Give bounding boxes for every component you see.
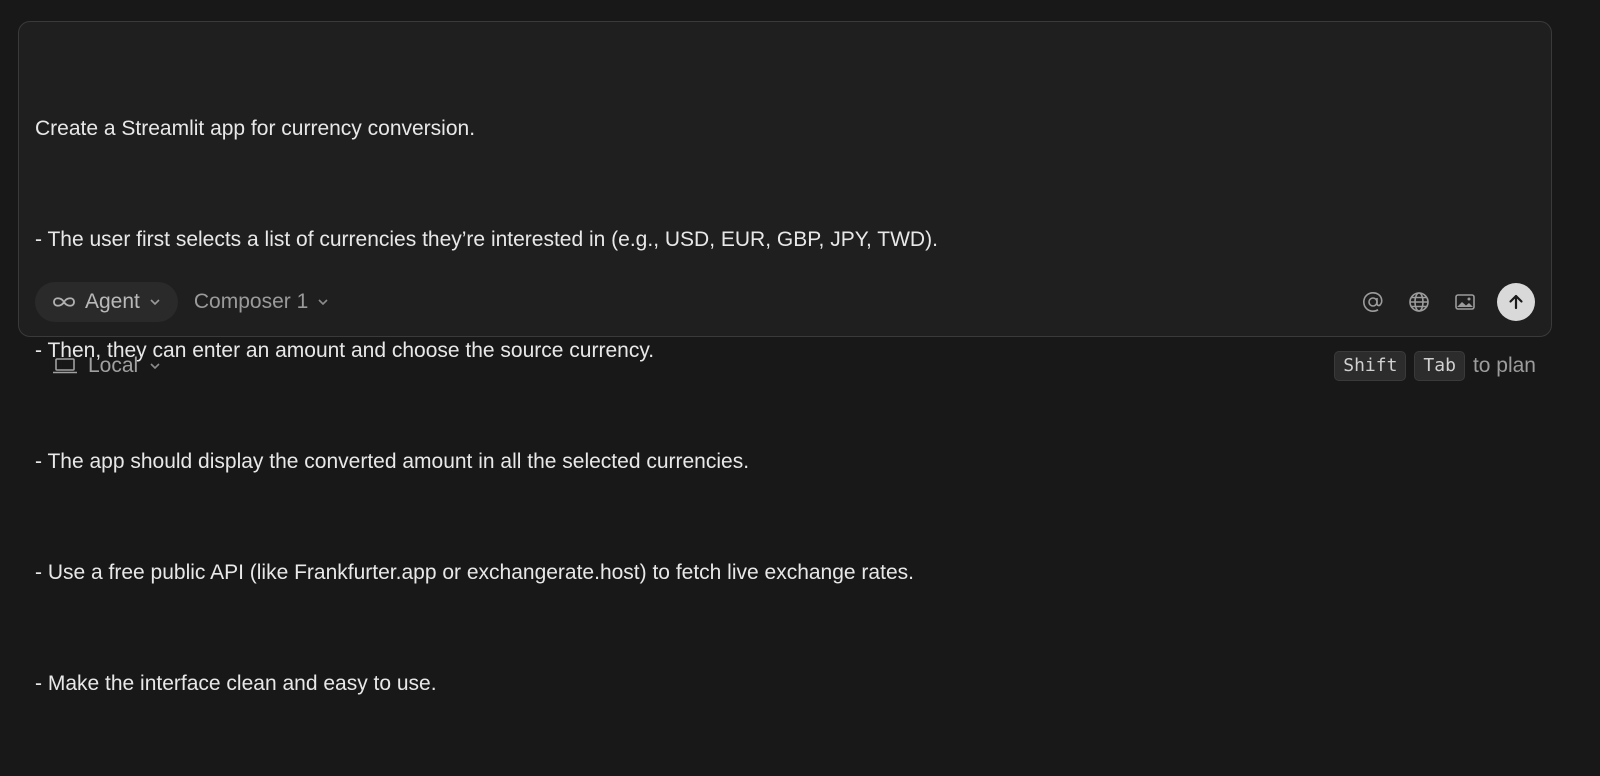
- prompt-line: - The app should display the converted a…: [35, 450, 750, 473]
- chevron-down-icon: [148, 359, 162, 373]
- arrow-up-icon: [1506, 292, 1526, 312]
- composer-toolbar: Agent Composer 1: [35, 282, 1535, 322]
- laptop-icon: [52, 356, 78, 376]
- plan-shortcut-hint: Shift Tab to plan: [1334, 351, 1536, 381]
- chevron-down-icon: [148, 295, 162, 309]
- prompt-line: - The user first selects a list of curre…: [35, 228, 938, 251]
- chevron-down-icon: [316, 295, 330, 309]
- model-label: Composer 1: [193, 290, 309, 313]
- mode-selector[interactable]: Agent: [35, 282, 178, 322]
- prompt-line: - Make the interface clean and easy to u…: [35, 672, 437, 695]
- prompt-input[interactable]: Create a Streamlit app for currency conv…: [35, 36, 1515, 776]
- toolbar-actions: [1359, 283, 1535, 321]
- composer-footer: Local Shift Tab to plan: [52, 346, 1536, 386]
- globe-icon[interactable]: [1405, 288, 1433, 316]
- environment-label: Local: [88, 354, 139, 377]
- prompt-line: - Use a free public API (like Frankfurte…: [35, 561, 914, 584]
- environment-selector[interactable]: Local: [52, 354, 162, 378]
- send-button[interactable]: [1497, 283, 1535, 321]
- prompt-line: Create a Streamlit app for currency conv…: [35, 117, 476, 140]
- shift-key: Shift: [1334, 351, 1407, 381]
- composer-box[interactable]: Create a Streamlit app for currency conv…: [18, 21, 1552, 695]
- image-icon[interactable]: [1451, 288, 1479, 316]
- mode-label: Agent: [85, 290, 140, 313]
- infinity-icon: [51, 295, 77, 309]
- hint-text: to plan: [1472, 354, 1536, 377]
- tab-key: Tab: [1414, 351, 1465, 381]
- at-icon[interactable]: [1359, 288, 1387, 316]
- model-selector[interactable]: Composer 1: [194, 290, 330, 314]
